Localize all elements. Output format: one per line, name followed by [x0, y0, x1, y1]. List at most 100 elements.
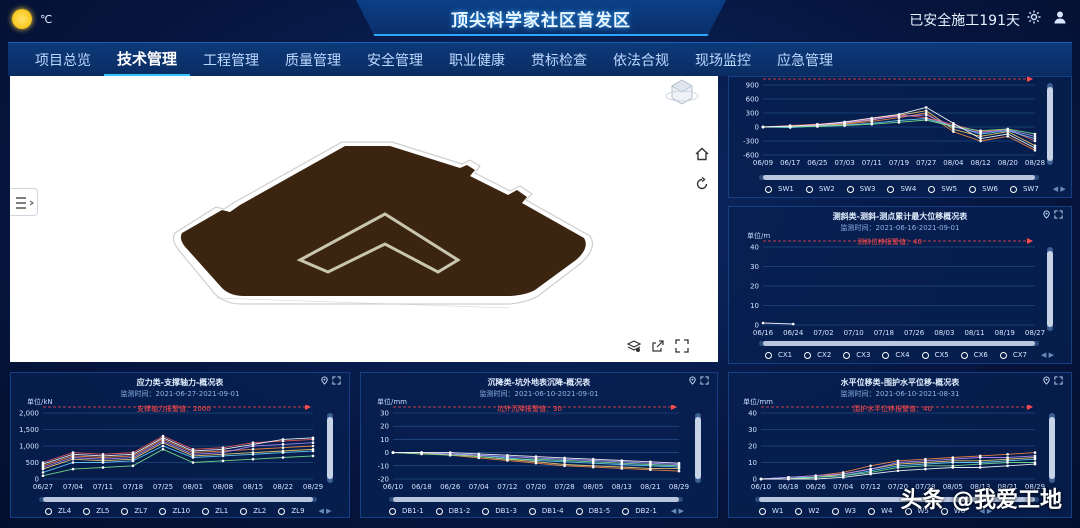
vertical-scrollbar[interactable] — [1047, 247, 1053, 331]
home-icon[interactable] — [694, 146, 710, 162]
data-point — [161, 436, 165, 440]
expand-icon[interactable] — [332, 376, 341, 385]
legend-item[interactable]: SW3 — [846, 185, 875, 193]
x-tick-label: 06/24 — [783, 329, 804, 337]
vertical-scrollbar[interactable] — [1047, 83, 1053, 165]
legend-label: ZL5 — [96, 507, 110, 515]
nav-tab-2[interactable]: 工程管理 — [190, 43, 272, 76]
legend-item[interactable]: DB1-5 — [575, 507, 610, 515]
horizontal-scrollbar[interactable] — [389, 497, 683, 502]
legend-item[interactable]: DB1-2 — [435, 507, 470, 515]
view-cube-icon[interactable] — [665, 79, 699, 105]
series-line-cx1 — [762, 322, 794, 325]
expand-icon[interactable] — [700, 376, 709, 385]
vertical-scrollbar[interactable] — [327, 413, 333, 483]
legend-item[interactable]: ZL2 — [240, 507, 266, 515]
nav-tab-6[interactable]: 贯标检查 — [518, 43, 600, 76]
data-point — [591, 464, 595, 468]
legend-item[interactable]: DB1-4 — [528, 507, 564, 515]
gear-icon[interactable] — [1026, 9, 1042, 25]
legend-item[interactable]: ZL4 — [45, 507, 71, 515]
legend-item[interactable]: ZL7 — [121, 507, 147, 515]
location-pin-icon[interactable] — [1042, 376, 1051, 385]
data-point — [311, 441, 315, 444]
layers-icon[interactable] — [626, 338, 642, 354]
nav-tab-3[interactable]: 质量管理 — [272, 43, 354, 76]
legend-item[interactable]: CX1 — [765, 351, 792, 359]
vertical-scrollbar[interactable] — [1049, 413, 1055, 483]
legend-item[interactable]: DB2-1 — [622, 507, 657, 515]
data-point — [620, 465, 624, 469]
legend-scroll-icon[interactable]: ◀ ▶ — [671, 507, 684, 515]
chart-zl: 2,0001,5001,000500006/27 07/04 07/11 07/18 0… — [19, 405, 323, 491]
nav-tab-9[interactable]: 应急管理 — [764, 43, 846, 76]
legend-item[interactable]: DB1-1 — [389, 507, 424, 515]
legend-item[interactable]: W4 — [868, 507, 893, 515]
data-point — [841, 472, 845, 476]
legend-item[interactable]: ZL10 — [159, 507, 190, 515]
legend-item[interactable]: W2 — [795, 507, 820, 515]
y-tick-label: 900 — [746, 82, 759, 90]
chart-db: 3020100-10-2006/10 06/18 06/26 07/04 07/12 07… — [378, 405, 689, 491]
legend-item[interactable]: CX6 — [960, 351, 988, 359]
legend-scroll-icon[interactable]: ◀ ▶ — [319, 507, 332, 515]
location-pin-icon[interactable] — [320, 376, 329, 385]
x-tick-label: 06/26 — [806, 483, 827, 491]
nav-tab-0[interactable]: 项目总览 — [22, 43, 104, 76]
legend-item[interactable]: CX5 — [921, 351, 949, 359]
legend-item[interactable]: SW5 — [928, 185, 957, 193]
refresh-icon[interactable] — [694, 176, 710, 192]
nav-tab-4[interactable]: 安全管理 — [354, 43, 436, 76]
location-pin-icon[interactable] — [688, 376, 697, 385]
nav-tab-5[interactable]: 职业健康 — [436, 43, 518, 76]
legend-item[interactable]: SW4 — [887, 185, 916, 193]
sun-icon — [12, 9, 32, 29]
horizontal-scrollbar[interactable] — [39, 497, 317, 502]
horizontal-scrollbar[interactable] — [759, 341, 1039, 346]
series-line-zl4 — [42, 438, 314, 467]
user-icon[interactable] — [1052, 9, 1068, 25]
y-tick-label: -10 — [378, 462, 389, 470]
x-tick-label: 07/11 — [93, 483, 113, 491]
legend-item[interactable]: CX7 — [999, 351, 1027, 359]
legend-item[interactable]: ZL1 — [202, 507, 228, 515]
nav-tab-8[interactable]: 现场监控 — [682, 43, 764, 76]
data-point — [221, 454, 225, 458]
export-icon[interactable] — [650, 338, 666, 354]
legend-scroll-icon[interactable]: ◀ ▶ — [1041, 351, 1054, 359]
legend-item[interactable]: ZL9 — [278, 507, 305, 515]
legend-marker-icon — [45, 507, 52, 515]
x-tick-label: 07/04 — [833, 483, 854, 491]
data-point — [71, 456, 75, 459]
sidebar-toggle[interactable] — [10, 188, 38, 216]
legend-item[interactable]: SW2 — [805, 185, 835, 193]
model-viewport[interactable] — [10, 76, 718, 362]
location-pin-icon[interactable] — [1042, 210, 1051, 219]
data-point — [869, 467, 872, 471]
data-point — [311, 436, 315, 440]
nav-tab-7[interactable]: 依法合规 — [600, 43, 682, 76]
legend-item[interactable]: W1 — [759, 507, 783, 515]
y-tick-label: 10 — [750, 302, 759, 310]
legend-item[interactable]: CX2 — [804, 351, 831, 359]
data-point — [1033, 137, 1037, 140]
nav-tab-1[interactable]: 技术管理 — [104, 43, 191, 76]
expand-icon[interactable] — [1054, 376, 1063, 385]
fullscreen-icon[interactable] — [674, 338, 690, 354]
legend-item[interactable]: SW7 — [1009, 185, 1039, 193]
horizontal-scrollbar[interactable] — [759, 175, 1039, 180]
expand-icon[interactable] — [1054, 210, 1063, 219]
legend-item[interactable]: SW6 — [969, 185, 998, 193]
x-tick-label: 07/25 — [153, 483, 173, 491]
data-point — [71, 467, 75, 471]
legend-item[interactable]: ZL5 — [83, 507, 109, 515]
legend-scroll-icon[interactable]: ◀ ▶ — [1053, 185, 1066, 193]
legend-item[interactable]: W3 — [831, 507, 856, 515]
legend-item[interactable]: CX3 — [843, 351, 870, 359]
legend-label: SW1 — [778, 185, 794, 193]
y-tick-label: 0 — [755, 124, 759, 132]
legend-item[interactable]: DB1-3 — [482, 507, 517, 515]
vertical-scrollbar[interactable] — [695, 413, 701, 483]
legend-item[interactable]: CX4 — [882, 351, 910, 359]
legend-item[interactable]: SW1 — [765, 185, 794, 193]
